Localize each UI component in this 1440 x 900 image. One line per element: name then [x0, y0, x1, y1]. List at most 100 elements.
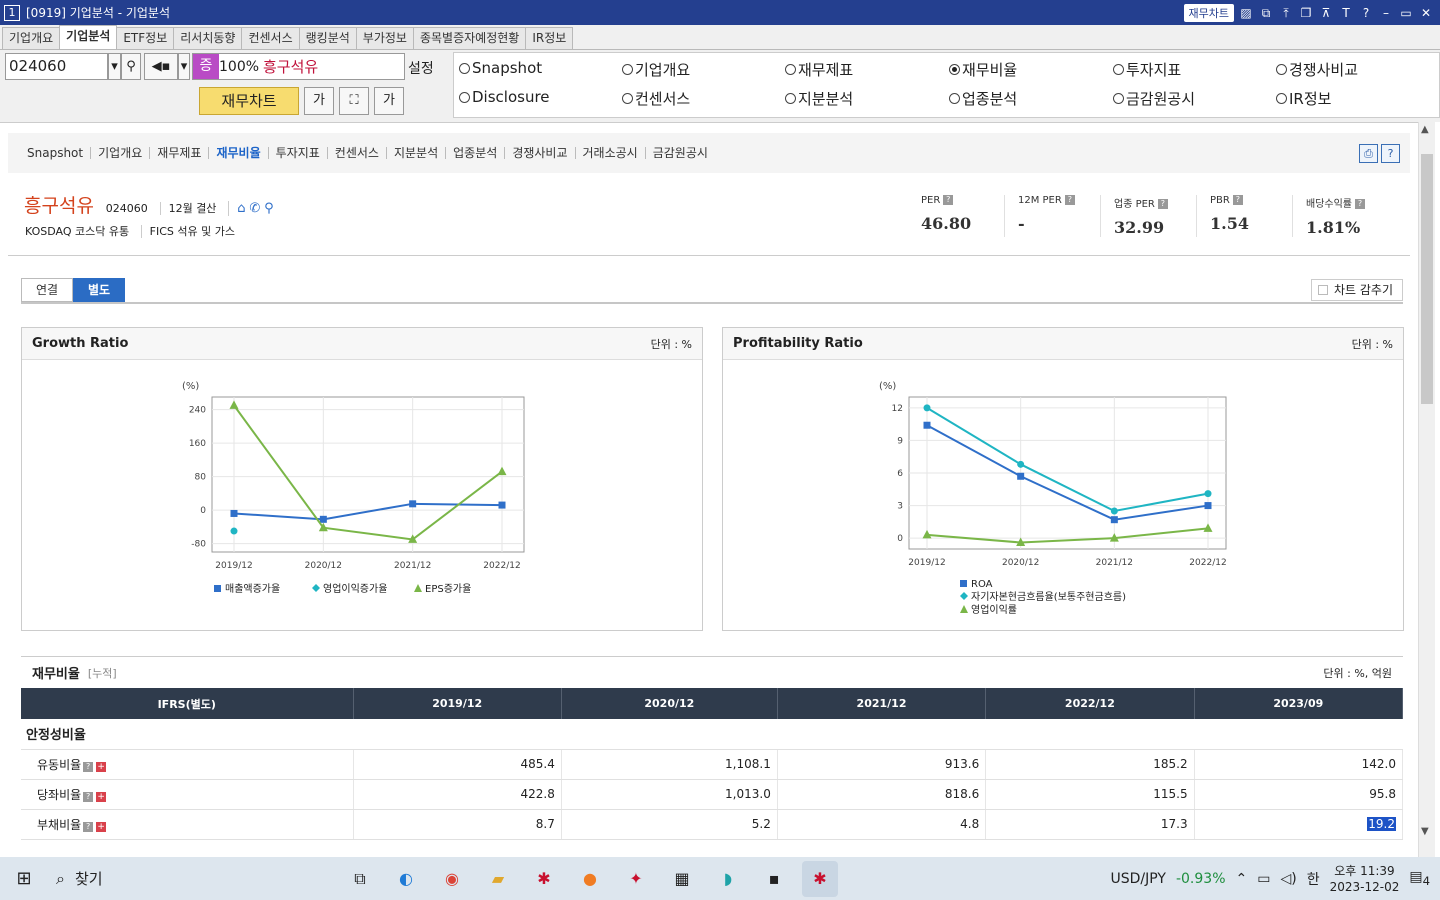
- speaker-dropdown-icon[interactable]: ▾: [178, 53, 190, 80]
- help-icon[interactable]: ?: [943, 195, 954, 205]
- menu-tab[interactable]: 종목별증자예정현황: [412, 27, 527, 49]
- legend-item[interactable]: 영업이익증가율: [312, 582, 387, 595]
- ime-indicator[interactable]: 한: [1307, 869, 1320, 889]
- font-increase-button[interactable]: 가: [374, 87, 404, 115]
- tab-separate[interactable]: 별도: [73, 278, 125, 302]
- radio-option[interactable]: Snapshot: [459, 59, 542, 77]
- legend-item[interactable]: 영업이익률: [960, 603, 1017, 616]
- windows-start-icon[interactable]: ⊞: [0, 868, 48, 889]
- subnav-item[interactable]: Snapshot: [20, 147, 92, 159]
- scroll-up-icon[interactable]: ▲: [1421, 124, 1429, 135]
- minimize-icon[interactable]: –: [1378, 5, 1394, 21]
- chrome-icon[interactable]: ◉: [434, 861, 470, 897]
- file-explorer-icon[interactable]: ▰: [480, 861, 516, 897]
- menu-tab[interactable]: 컨센서스: [241, 27, 300, 49]
- speaker-icon[interactable]: ◀▪: [144, 53, 178, 80]
- chart-icon[interactable]: ▨: [1238, 5, 1254, 21]
- subnav-item[interactable]: 업종분석: [446, 147, 506, 159]
- scroll-down-icon[interactable]: ▼: [1421, 826, 1429, 837]
- help-icon[interactable]: ?: [1064, 195, 1075, 205]
- vertical-scrollbar[interactable]: ▲ ▼: [1418, 122, 1435, 857]
- speaker-icon[interactable]: ◁): [1280, 871, 1296, 887]
- subnav-item[interactable]: 재무비율: [209, 147, 269, 159]
- radio-option[interactable]: 금감원공시: [1113, 88, 1195, 109]
- taskbar-search[interactable]: ⌕ 찾기: [48, 868, 258, 889]
- menu-tab[interactable]: IR정보: [525, 27, 574, 49]
- messenger-icon[interactable]: ●: [572, 861, 608, 897]
- pin-icon[interactable]: ⊼: [1318, 5, 1334, 21]
- edge-icon[interactable]: ◐: [388, 861, 424, 897]
- menu-tab[interactable]: 기업분석: [59, 25, 118, 49]
- legend-item[interactable]: EPS증가율: [414, 583, 471, 595]
- help-icon[interactable]: ?: [83, 761, 94, 772]
- network-icon[interactable]: ▭: [1257, 871, 1270, 887]
- subnav-item[interactable]: 컨센서스: [328, 147, 387, 159]
- notification-icon[interactable]: ▤4: [1409, 869, 1430, 888]
- help-icon[interactable]: ?: [1355, 199, 1365, 209]
- tray-chevron-icon[interactable]: ⌃: [1236, 871, 1248, 887]
- subnav-item[interactable]: 재무제표: [150, 147, 210, 159]
- app-wave-icon[interactable]: ◗: [710, 861, 746, 897]
- help-icon[interactable]: ?: [1232, 195, 1243, 205]
- notes-icon[interactable]: ▪: [756, 861, 792, 897]
- settings-button[interactable]: 설정: [408, 58, 434, 78]
- hide-chart-toggle[interactable]: 차트 감추기: [1311, 279, 1403, 301]
- font-decrease-button[interactable]: 가: [304, 87, 334, 115]
- legend-item[interactable]: ROA: [960, 579, 993, 590]
- pin-top-icon[interactable]: ⤒: [1278, 5, 1294, 21]
- fx-pair[interactable]: USD/JPY: [1111, 871, 1166, 887]
- menu-tab[interactable]: 랭킹분석: [298, 27, 357, 49]
- help-icon[interactable]: ?: [83, 791, 94, 802]
- restore-icon[interactable]: ❐: [1298, 5, 1314, 21]
- subnav-item[interactable]: 금감원공시: [646, 147, 715, 159]
- text-size-icon[interactable]: T: [1338, 5, 1354, 21]
- menu-tab[interactable]: ETF정보: [116, 27, 175, 49]
- capture-icon[interactable]: ⛶: [339, 87, 369, 115]
- help-icon[interactable]: ?: [1157, 199, 1168, 209]
- radio-option[interactable]: 경쟁사비교: [1276, 59, 1358, 80]
- radio-option[interactable]: 지분분석: [785, 88, 853, 109]
- code-dropdown-icon[interactable]: ▾: [108, 53, 121, 80]
- stock-name-box[interactable]: 증 100% 흥구석유: [192, 53, 405, 80]
- menu-tab[interactable]: 부가정보: [355, 27, 414, 49]
- radio-option[interactable]: 재무제표: [785, 59, 853, 80]
- radio-option[interactable]: IR정보: [1276, 88, 1331, 109]
- finance-chart-button[interactable]: 재무차트: [199, 87, 299, 115]
- trading-app-icon[interactable]: ✱: [526, 861, 562, 897]
- radio-option[interactable]: 투자지표: [1113, 59, 1181, 80]
- trading-app-2-icon[interactable]: ✦: [618, 861, 654, 897]
- help-icon[interactable]: ?: [1381, 143, 1400, 163]
- help-icon[interactable]: ?: [1358, 5, 1374, 21]
- close-icon[interactable]: ✕: [1418, 5, 1434, 21]
- subnav-item[interactable]: 기업개요: [91, 147, 151, 159]
- finance-chart-pill[interactable]: 재무차트: [1183, 3, 1234, 22]
- subnav-item[interactable]: 투자지표: [269, 147, 328, 159]
- calculator-icon[interactable]: ▦: [664, 861, 700, 897]
- subnav-item[interactable]: 경쟁사비교: [505, 147, 576, 159]
- location-pin-icon[interactable]: ⚲: [264, 201, 274, 216]
- expand-plus-icon[interactable]: +: [96, 821, 107, 832]
- clock[interactable]: 오후 11:39 2023-12-02: [1330, 863, 1400, 895]
- scroll-thumb[interactable]: [1421, 154, 1433, 404]
- expand-plus-icon[interactable]: +: [96, 761, 107, 772]
- subnav-item[interactable]: 지분분석: [387, 147, 447, 159]
- subnav-item[interactable]: 거래소공시: [576, 147, 646, 159]
- search-icon[interactable]: ⚲: [121, 53, 141, 80]
- radio-option[interactable]: 컨센서스: [622, 88, 690, 109]
- window-link-icon[interactable]: ⧉: [1258, 5, 1274, 21]
- tab-consolidated[interactable]: 연결: [21, 278, 73, 302]
- radio-option[interactable]: 재무비율: [949, 59, 1017, 80]
- print-icon[interactable]: ⎙: [1359, 143, 1378, 163]
- menu-tab[interactable]: 리서치동향: [173, 27, 243, 49]
- radio-option[interactable]: 업종분석: [949, 88, 1017, 109]
- menu-tab[interactable]: 기업개요: [2, 27, 61, 49]
- trading-app-active-icon[interactable]: ✱: [802, 860, 838, 897]
- expand-plus-icon[interactable]: +: [96, 791, 107, 802]
- phone-icon[interactable]: ✆: [249, 201, 260, 216]
- radio-option[interactable]: Disclosure: [459, 88, 550, 106]
- maximize-icon[interactable]: ▭: [1398, 5, 1414, 21]
- legend-item[interactable]: 자기자본현금흐름율(보통주현금흐름): [960, 591, 1126, 603]
- legend-item[interactable]: 매출액증가율: [214, 583, 280, 595]
- task-view-icon[interactable]: ⧉: [342, 861, 378, 897]
- stock-code-input[interactable]: 024060: [5, 53, 108, 80]
